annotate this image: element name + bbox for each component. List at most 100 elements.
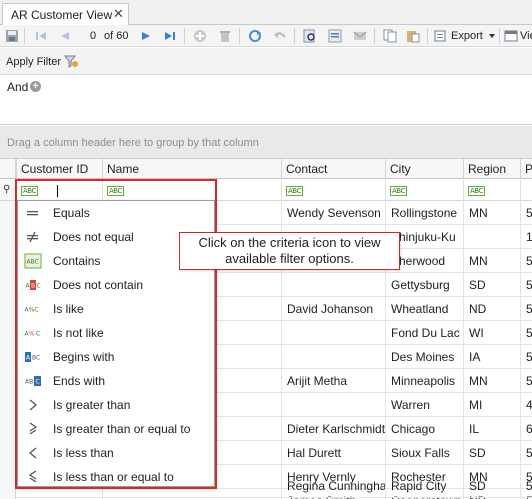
menu-item-begins-with[interactable]: A BC Begins with: [18, 345, 214, 369]
filter-cell-p[interactable]: [520, 180, 532, 201]
cell-region[interactable]: WI: [463, 321, 520, 345]
cell-city[interactable]: Rollingstone: [385, 201, 463, 225]
cell-region[interactable]: MN: [463, 249, 520, 273]
cell-city[interactable]: Des Moines: [385, 345, 463, 369]
copy-icon[interactable]: [383, 29, 397, 43]
menu-item-greater-than[interactable]: Is greater than: [18, 393, 214, 417]
column-header-p[interactable]: P: [520, 159, 532, 179]
cell-region[interactable]: SD: [463, 441, 520, 465]
next-record-icon[interactable]: [139, 29, 153, 43]
cell-city[interactable]: Sioux Falls: [385, 441, 463, 465]
add-record-icon[interactable]: [193, 29, 207, 43]
last-record-icon[interactable]: [163, 29, 177, 43]
record-position[interactable]: 0: [90, 30, 96, 42]
menu-item-ends-with[interactable]: AB C Ends with: [18, 369, 214, 393]
column-header-name[interactable]: Name: [102, 159, 281, 179]
apply-filter-button[interactable]: Apply Filter: [6, 56, 61, 68]
cell-region[interactable]: MN: [463, 201, 520, 225]
export-icon[interactable]: [434, 29, 448, 43]
filter-editor[interactable]: And +: [0, 76, 532, 125]
filter-cell-city[interactable]: ABC: [385, 180, 463, 201]
filter-cell-region[interactable]: ABC: [463, 180, 520, 201]
filter-icon[interactable]: [64, 55, 78, 68]
delete-record-icon[interactable]: [218, 29, 232, 43]
cell-contact[interactable]: Dieter Karlschmidt: [281, 417, 385, 441]
filter-cell-name[interactable]: ABC: [102, 180, 281, 201]
criteria-icon[interactable]: ABC: [21, 186, 38, 196]
cell-city[interactable]: Fond Du Lac: [385, 321, 463, 345]
cell-p[interactable]: 5: [520, 474, 532, 498]
cell-p[interactable]: 1: [520, 225, 532, 249]
find-icon[interactable]: [303, 29, 317, 43]
cell-p[interactable]: 6: [520, 417, 532, 441]
cell-region[interactable]: MN: [463, 369, 520, 393]
filter-record-icon[interactable]: [328, 29, 342, 43]
cell-region[interactable]: IA: [463, 345, 520, 369]
column-header-region[interactable]: Region: [463, 159, 520, 179]
cell-region[interactable]: SD: [463, 474, 520, 498]
chevron-down-icon[interactable]: [489, 34, 495, 38]
cell-region[interactable]: [463, 225, 520, 249]
export-button[interactable]: Export: [451, 30, 483, 42]
cell-p[interactable]: 5: [520, 345, 532, 369]
group-by-panel[interactable]: Drag a column header here to group by th…: [0, 126, 532, 159]
refresh-icon[interactable]: [248, 29, 262, 43]
cell-city[interactable]: Rapid City: [385, 474, 463, 498]
cell-p[interactable]: 5: [520, 441, 532, 465]
cell-p[interactable]: 5: [520, 297, 532, 321]
cell-p[interactable]: 5: [520, 249, 532, 273]
menu-item-less-or-equal[interactable]: Is less than or equal to: [18, 465, 214, 489]
menu-item-is-like[interactable]: A%C Is like: [18, 297, 214, 321]
cell-p[interactable]: 5: [520, 273, 532, 297]
first-record-icon[interactable]: [34, 29, 48, 43]
cell-contact[interactable]: [281, 393, 385, 417]
and-operator[interactable]: And: [7, 80, 28, 94]
filter-cell-contact[interactable]: ABC: [281, 180, 385, 201]
menu-item-equals[interactable]: Equals: [18, 201, 214, 225]
cell-p[interactable]: 5: [520, 369, 532, 393]
criteria-icon[interactable]: ABC: [286, 186, 303, 196]
cell-p[interactable]: 5: [520, 321, 532, 345]
filter-cell-customer-id[interactable]: ABC: [16, 180, 102, 201]
cell-city[interactable]: Gettysburg: [385, 273, 463, 297]
view-button[interactable]: Vie: [520, 30, 532, 42]
cell-city[interactable]: Chicago: [385, 417, 463, 441]
menu-item-less-than[interactable]: Is less than: [18, 441, 214, 465]
menu-item-does-not-contain[interactable]: ABC Does not contain: [18, 273, 214, 297]
column-header-customer-id[interactable]: Customer ID: [16, 159, 102, 179]
cell-region[interactable]: IL: [463, 417, 520, 441]
tab-ar-customer-view[interactable]: AR Customer View ✕: [2, 3, 129, 25]
add-condition-icon[interactable]: +: [30, 81, 41, 92]
cell-contact[interactable]: David Johanson: [281, 297, 385, 321]
cell-city[interactable]: Wheatland: [385, 297, 463, 321]
email-icon[interactable]: [353, 29, 367, 43]
cell-contact[interactable]: [281, 345, 385, 369]
cell-contact[interactable]: [281, 273, 385, 297]
cell-city[interactable]: Minneapolis: [385, 369, 463, 393]
criteria-icon[interactable]: ABC: [107, 186, 124, 196]
column-header-city[interactable]: City: [385, 159, 463, 179]
cell-city[interactable]: Warren: [385, 393, 463, 417]
save-icon[interactable]: [5, 29, 19, 43]
cell-region[interactable]: SD: [463, 273, 520, 297]
cell-contact[interactable]: Regina Cunningham: [281, 474, 385, 498]
view-icon[interactable]: [504, 29, 518, 43]
cell-p[interactable]: 4: [520, 393, 532, 417]
undo-icon[interactable]: [273, 29, 287, 43]
column-header-contact[interactable]: Contact: [281, 159, 385, 179]
previous-record-icon[interactable]: [58, 29, 72, 43]
cell-contact[interactable]: Wendy Sevenson: [281, 201, 385, 225]
cell-region[interactable]: ND: [463, 297, 520, 321]
menu-item-is-not-like[interactable]: A% C Is not like: [18, 321, 214, 345]
criteria-icon[interactable]: ABC: [468, 186, 485, 196]
cell-contact[interactable]: Hal Durett: [281, 441, 385, 465]
cell-contact[interactable]: [281, 321, 385, 345]
cell-region[interactable]: MI: [463, 393, 520, 417]
close-icon[interactable]: ✕: [113, 6, 124, 22]
criteria-icon[interactable]: ABC: [390, 186, 407, 196]
cell-p[interactable]: 5: [520, 201, 532, 225]
cell-contact[interactable]: Arijit Metha: [281, 369, 385, 393]
paste-icon[interactable]: [406, 29, 420, 43]
menu-item-greater-or-equal[interactable]: Is greater than or equal to: [18, 417, 214, 441]
row-indicator: [0, 321, 16, 345]
